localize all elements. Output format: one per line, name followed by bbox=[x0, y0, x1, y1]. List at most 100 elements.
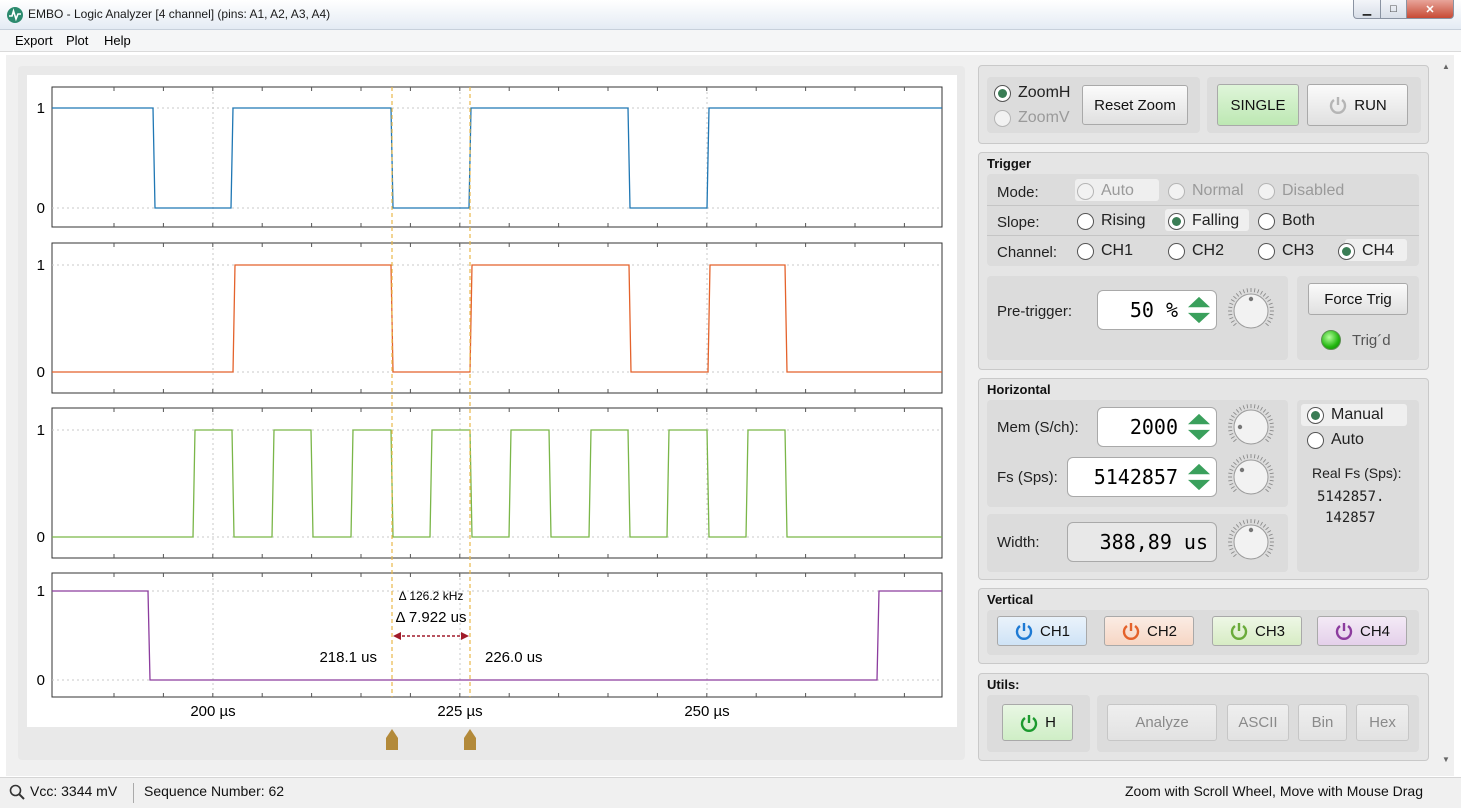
knob-tick bbox=[1265, 461, 1269, 466]
knob-tick bbox=[1228, 544, 1233, 547]
vertical-ch4-button[interactable]: CH4 bbox=[1317, 616, 1407, 646]
knob-tick bbox=[1267, 320, 1272, 323]
run-button[interactable]: RUN bbox=[1307, 84, 1408, 126]
knob-tick bbox=[1265, 488, 1269, 493]
knob-tick bbox=[1233, 526, 1237, 531]
y-tick-label-low: 0 bbox=[37, 364, 45, 381]
vertical-ch2-button[interactable]: CH2 bbox=[1104, 616, 1194, 646]
knob-tick bbox=[1242, 520, 1245, 525]
fs-knob-icon[interactable] bbox=[1227, 453, 1275, 501]
knob-tick bbox=[1257, 455, 1260, 460]
cursor-marker-strip[interactable] bbox=[18, 728, 965, 760]
mode-normal-radio[interactable]: Normal bbox=[1168, 182, 1244, 200]
y-tick-label-high: 1 bbox=[37, 257, 45, 274]
delta-frequency-label: Δ 126.2 kHz bbox=[399, 589, 464, 603]
zoomh-radio[interactable]: ZoomH bbox=[994, 84, 1070, 102]
knob-tick bbox=[1268, 548, 1273, 551]
logic-plot[interactable]: 10101010 Δ 126.2 kHz Δ 7.922 us 218.1 us… bbox=[27, 75, 957, 727]
knob-tick bbox=[1233, 461, 1237, 466]
slope-both-radio[interactable]: Both bbox=[1258, 212, 1315, 230]
analyze-button[interactable]: Analyze bbox=[1107, 704, 1217, 741]
knob-tick bbox=[1230, 486, 1235, 489]
knob-tick bbox=[1269, 306, 1274, 309]
h-button[interactable]: H bbox=[1002, 704, 1073, 741]
trigger-ch3-radio[interactable]: CH3 bbox=[1258, 242, 1314, 260]
channel-1-subplot[interactable]: 10 bbox=[37, 86, 943, 228]
close-button[interactable]: ✕ bbox=[1406, 0, 1454, 19]
vertical-ch1-button[interactable]: CH1 bbox=[997, 616, 1087, 646]
trigger-panel: Trigger Mode: Auto Normal Disabled Slope… bbox=[978, 152, 1429, 370]
knob-tick bbox=[1262, 524, 1267, 528]
slope-rising-radio[interactable]: Rising bbox=[1077, 212, 1145, 230]
window-title: EMBO - Logic Analyzer [4 channel] (pins:… bbox=[28, 7, 331, 21]
channel-2-subplot[interactable]: 10 bbox=[37, 242, 943, 394]
bin-button[interactable]: Bin bbox=[1298, 704, 1347, 741]
spin-arrows-icon[interactable] bbox=[1186, 412, 1212, 442]
knob-tick bbox=[1246, 404, 1249, 409]
trigger-ch2-radio[interactable]: CH2 bbox=[1168, 242, 1224, 260]
ascii-button[interactable]: ASCII bbox=[1227, 704, 1289, 741]
hex-button[interactable]: Hex bbox=[1356, 704, 1409, 741]
y-tick-label-high: 1 bbox=[37, 100, 45, 117]
menu-plot[interactable]: Plot bbox=[66, 33, 88, 48]
zoomv-radio[interactable]: ZoomV bbox=[994, 109, 1070, 127]
knob-tick bbox=[1267, 465, 1272, 468]
knob-tick bbox=[1233, 322, 1237, 327]
menu-help[interactable]: Help bbox=[104, 33, 131, 48]
knob-tick bbox=[1242, 289, 1245, 294]
slope-falling-radio[interactable]: Falling bbox=[1168, 212, 1239, 230]
knob-tick bbox=[1242, 455, 1245, 460]
auto-radio[interactable]: Auto bbox=[1307, 431, 1364, 449]
mode-auto-radio[interactable]: Auto bbox=[1077, 182, 1134, 200]
knob-tick bbox=[1230, 465, 1235, 468]
knob-tick bbox=[1265, 526, 1269, 531]
pretrigger-spinbox[interactable]: 50 % bbox=[1097, 290, 1217, 330]
width-knob-icon[interactable] bbox=[1227, 518, 1275, 566]
ch2-power-icon bbox=[1122, 623, 1140, 640]
reset-zoom-button[interactable]: Reset Zoom bbox=[1082, 85, 1188, 125]
plot-svg[interactable]: 10101010 Δ 126.2 kHz Δ 7.922 us 218.1 us… bbox=[27, 75, 957, 727]
vertical-ch3-button[interactable]: CH3 bbox=[1212, 616, 1302, 646]
knob-tick bbox=[1229, 533, 1234, 536]
single-button[interactable]: SINGLE bbox=[1217, 84, 1299, 126]
knob-tick bbox=[1268, 433, 1273, 436]
maximize-button[interactable]: □ bbox=[1380, 0, 1407, 19]
manual-radio[interactable]: Manual bbox=[1307, 406, 1383, 424]
trigger-ch4-radio[interactable]: CH4 bbox=[1338, 242, 1394, 260]
cursor2-handle[interactable] bbox=[464, 729, 476, 750]
cursor1-handle[interactable] bbox=[386, 729, 398, 750]
spin-arrows-icon[interactable] bbox=[1186, 295, 1212, 325]
knob-tick bbox=[1230, 551, 1235, 554]
mem-spinbox[interactable]: 2000 bbox=[1097, 407, 1217, 447]
spin-arrows-icon[interactable] bbox=[1186, 462, 1212, 492]
minimize-button[interactable]: ▁ bbox=[1353, 0, 1381, 19]
status-bar: Vcc: 3344 mV Sequence Number: 62 Zoom wi… bbox=[0, 777, 1461, 808]
knob-tick bbox=[1262, 293, 1267, 297]
x-tick-label: 250 µs bbox=[684, 703, 729, 720]
channel-label: Channel: bbox=[997, 244, 1058, 261]
menu-export[interactable]: Export bbox=[15, 33, 53, 48]
vertical-title: Vertical bbox=[987, 592, 1034, 607]
channel-3-subplot[interactable]: 10 bbox=[37, 407, 943, 559]
mem-knob-icon[interactable] bbox=[1227, 403, 1275, 451]
right-scrollbar[interactable]: ▲ ▼ bbox=[1440, 60, 1452, 766]
knob-tick bbox=[1267, 299, 1272, 302]
knob-tick bbox=[1260, 521, 1263, 526]
knob-tick bbox=[1265, 295, 1269, 300]
trigger-ch1-radio[interactable]: CH1 bbox=[1077, 242, 1133, 260]
knob-tick bbox=[1228, 537, 1233, 540]
y-tick-label-low: 0 bbox=[37, 672, 45, 689]
knob-tick bbox=[1229, 317, 1234, 320]
utils-title: Utils: bbox=[987, 677, 1020, 692]
delta-time-label: Δ 7.922 us bbox=[396, 609, 467, 626]
fs-spinbox[interactable]: 5142857 bbox=[1067, 457, 1217, 497]
mode-disabled-radio[interactable]: Disabled bbox=[1258, 182, 1344, 200]
mem-label: Mem (S/ch): bbox=[997, 419, 1079, 436]
pretrigger-knob-icon[interactable] bbox=[1227, 287, 1275, 335]
knob-tick bbox=[1229, 468, 1234, 471]
knob-tick bbox=[1265, 438, 1269, 443]
force-trig-button[interactable]: Force Trig bbox=[1308, 283, 1408, 315]
title-bar[interactable]: EMBO - Logic Analyzer [4 channel] (pins:… bbox=[0, 0, 1461, 30]
fs-label: Fs (Sps): bbox=[997, 469, 1058, 486]
channel-4-subplot[interactable]: 10 bbox=[37, 572, 943, 698]
